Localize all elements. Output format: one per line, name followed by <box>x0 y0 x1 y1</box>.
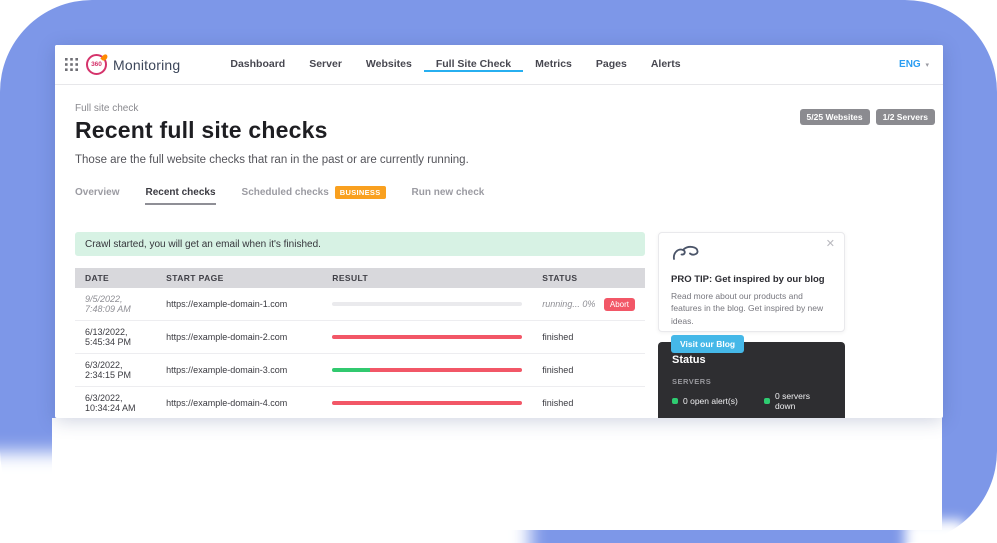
check-start-page: https://example-domain-3.com <box>156 354 322 387</box>
nav-item-full-site-check[interactable]: Full Site Check <box>424 58 523 72</box>
side-column: ✕ PRO TIP: Get inspired by our blog Read… <box>658 232 845 418</box>
table-header-row: DATE START PAGE RESULT STATUS <box>75 268 645 288</box>
check-result <box>322 288 532 321</box>
frame-fade <box>905 520 965 543</box>
logo-360-icon: 360 <box>86 54 107 75</box>
check-start-page: https://example-domain-1.com <box>156 288 322 321</box>
status-section-servers: SERVERS <box>672 377 831 386</box>
websites-quota-badge[interactable]: 5/25 Websites <box>800 109 870 125</box>
check-date: 6/3/2022, 10:34:24 AM <box>75 387 156 419</box>
check-start-page: https://example-domain-4.com <box>156 387 322 419</box>
table-row[interactable]: 6/3/2022, 2:34:15 PM https://example-dom… <box>75 354 645 387</box>
brand-logo[interactable]: 360 Monitoring <box>86 54 180 75</box>
servers-down: 0 servers down <box>764 391 831 411</box>
servers-open-alerts-label: 0 open alert(s) <box>683 396 738 406</box>
top-navbar: 360 Monitoring Dashboard Server Websites… <box>55 45 943 85</box>
tab-run-new-check[interactable]: Run new check <box>412 187 485 205</box>
nav-item-dashboard[interactable]: Dashboard <box>218 58 297 72</box>
check-start-page: https://example-domain-2.com <box>156 321 322 354</box>
nav-left: 360 Monitoring Dashboard Server Websites… <box>63 45 693 84</box>
check-date: 6/13/2022, 5:45:34 PM <box>75 321 156 354</box>
check-status: finished <box>532 321 645 354</box>
frame-fade <box>0 452 530 543</box>
nav-item-websites[interactable]: Websites <box>354 58 424 72</box>
progress-bar <box>332 368 522 372</box>
app-window: 360 Monitoring Dashboard Server Websites… <box>55 45 943 418</box>
col-header-status: STATUS <box>532 268 645 288</box>
col-header-start-page: START PAGE <box>156 268 322 288</box>
visit-blog-button[interactable]: Visit our Blog <box>671 335 744 353</box>
green-status-dot-icon <box>672 398 678 404</box>
nav-item-metrics[interactable]: Metrics <box>523 58 584 72</box>
table-row[interactable]: 6/3/2022, 10:34:24 AM https://example-do… <box>75 387 645 419</box>
brand-name: Monitoring <box>113 57 180 73</box>
status-row-servers: 0 open alert(s) 0 servers down <box>672 391 831 411</box>
tab-scheduled-checks[interactable]: Scheduled checks BUSINESS <box>242 186 386 206</box>
abort-button[interactable]: Abort <box>604 298 635 311</box>
col-header-date: DATE <box>75 268 156 288</box>
page-content: 5/25 Websites 1/2 Servers Full site chec… <box>55 103 943 418</box>
servers-quota-badge[interactable]: 1/2 Servers <box>876 109 935 125</box>
quota-badges: 5/25 Websites 1/2 Servers <box>800 109 935 125</box>
tab-recent-checks[interactable]: Recent checks <box>145 187 215 205</box>
green-status-dot-icon <box>764 398 770 404</box>
check-result <box>322 321 532 354</box>
check-status: running... 0% Abort <box>532 288 645 321</box>
content-columns: Crawl started, you will get an email whe… <box>75 232 923 418</box>
success-banner: Crawl started, you will get an email whe… <box>75 232 645 256</box>
status-text: running... 0% <box>542 299 595 309</box>
servers-open-alerts: 0 open alert(s) <box>672 391 764 411</box>
table-row[interactable]: 9/5/2022, 7:48:09 AM https://example-dom… <box>75 288 645 321</box>
breadcrumb: Full site check <box>75 103 923 114</box>
check-result <box>322 387 532 419</box>
status-card: Status SERVERS 0 open alert(s) 0 servers… <box>658 342 845 418</box>
checks-table: DATE START PAGE RESULT STATUS 9/5/2022, … <box>75 268 645 418</box>
progress-bar <box>332 401 522 405</box>
marketing-stage: 360 Monitoring Dashboard Server Websites… <box>0 0 997 543</box>
checks-column: Crawl started, you will get an email whe… <box>75 232 645 418</box>
nav-item-alerts[interactable]: Alerts <box>639 58 693 72</box>
chevron-down-icon: ▾ <box>925 62 929 69</box>
nav-right: ENG ▾ <box>899 45 929 84</box>
main-menu: Dashboard Server Websites Full Site Chec… <box>218 58 692 72</box>
nav-item-server[interactable]: Server <box>297 58 354 72</box>
check-result <box>322 354 532 387</box>
pro-tip-body: Read more about our products and feature… <box>671 290 832 327</box>
pro-tip-title: PRO TIP: Get inspired by our blog <box>671 274 832 285</box>
language-selector[interactable]: ENG ▾ <box>899 59 929 70</box>
progress-bar <box>332 302 522 306</box>
nav-item-pages[interactable]: Pages <box>584 58 639 72</box>
progress-bar <box>332 335 522 339</box>
servers-down-label: 0 servers down <box>775 391 831 411</box>
col-header-result: RESULT <box>322 268 532 288</box>
language-label: ENG <box>899 59 921 70</box>
pro-tip-card: ✕ PRO TIP: Get inspired by our blog Read… <box>658 232 845 332</box>
check-status: finished <box>532 387 645 419</box>
close-icon[interactable]: ✕ <box>826 239 835 250</box>
check-date: 9/5/2022, 7:48:09 AM <box>75 288 156 321</box>
tab-scheduled-checks-label: Scheduled checks <box>242 187 329 198</box>
logo-360-text: 360 <box>91 61 102 68</box>
check-status: finished <box>532 354 645 387</box>
check-date: 6/3/2022, 2:34:15 PM <box>75 354 156 387</box>
page-title: Recent full site checks <box>75 117 923 144</box>
table-row[interactable]: 6/13/2022, 5:45:34 PM https://example-do… <box>75 321 645 354</box>
page-description: Those are the full website checks that r… <box>75 154 923 166</box>
doodle-blog-icon <box>671 243 701 263</box>
tab-bar: Overview Recent checks Scheduled checks … <box>75 186 923 206</box>
business-badge: BUSINESS <box>335 186 386 199</box>
tab-overview[interactable]: Overview <box>75 187 119 205</box>
status-card-title: Status <box>672 354 831 366</box>
app-launcher-icon[interactable] <box>65 58 78 71</box>
